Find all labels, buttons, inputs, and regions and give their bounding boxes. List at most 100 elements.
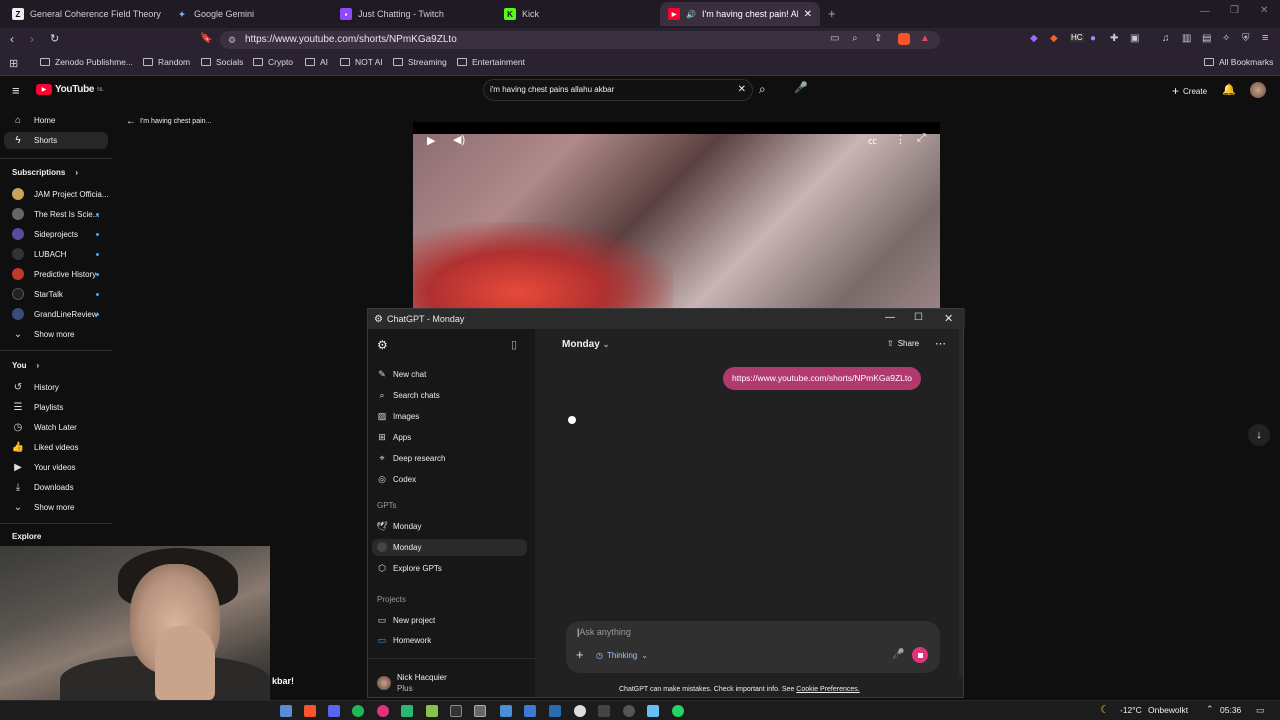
- menu-icon[interactable]: ≡: [1262, 32, 1268, 44]
- bookmark-folder[interactable]: Entertainment: [457, 57, 525, 67]
- vscode-icon[interactable]: [524, 705, 536, 717]
- sidebar-sub-item[interactable]: StarTalk: [12, 288, 63, 300]
- more-options-icon[interactable]: ⋮: [895, 133, 906, 146]
- extension-1-icon[interactable]: ◆: [1030, 33, 1038, 44]
- apps-grid-icon[interactable]: ⊞: [9, 57, 18, 70]
- sidebar-icon[interactable]: ▥: [1182, 33, 1191, 44]
- spotify-icon[interactable]: [352, 705, 364, 717]
- minimize-window-icon[interactable]: —: [1200, 6, 1210, 17]
- brave-shields-icon[interactable]: [898, 33, 910, 45]
- bookmark-folder[interactable]: Socials: [201, 57, 243, 67]
- tab-kick[interactable]: K Kick: [496, 2, 656, 26]
- close-window-icon[interactable]: ✕: [1260, 5, 1268, 16]
- search-chats-button[interactable]: ⌕ Search chats: [377, 390, 439, 400]
- sidebar-item-shorts[interactable]: ϟ Shorts: [12, 134, 57, 146]
- gpt-item-monday-active[interactable]: Monday: [377, 542, 421, 552]
- play-icon[interactable]: ▶: [427, 134, 435, 147]
- sidebar-item-liked[interactable]: 👍 Liked videos: [12, 441, 79, 453]
- sidebar-item-playlists[interactable]: ☰ Playlists: [12, 401, 64, 413]
- search-icon[interactable]: ⌕: [759, 82, 766, 97]
- microphone-icon[interactable]: 🎤: [794, 81, 808, 95]
- minimize-icon[interactable]: —: [885, 312, 895, 323]
- sidebar-item-history[interactable]: ↺ History: [12, 381, 59, 393]
- app-pink-icon[interactable]: [377, 705, 389, 717]
- extension-2-icon[interactable]: ◆: [1050, 33, 1058, 44]
- clear-search-icon[interactable]: ✕: [738, 80, 746, 100]
- sidebar-sub-item[interactable]: JAM Project Officia...: [12, 188, 109, 200]
- add-attachment-icon[interactable]: +: [576, 647, 584, 662]
- sidebar-sub-item[interactable]: Predictive History: [12, 268, 96, 280]
- reload-icon[interactable]: ↻: [50, 32, 59, 45]
- file-explorer-icon[interactable]: [280, 705, 292, 717]
- captions-icon[interactable]: ㏄: [868, 134, 877, 147]
- restore-window-icon[interactable]: ❐: [1230, 5, 1239, 16]
- tab-twitch[interactable]: ▪ Just Chatting - Twitch: [332, 2, 492, 26]
- sidebar-sub-item[interactable]: The Rest Is Scie...: [12, 208, 99, 220]
- active-app-icon[interactable]: [474, 705, 486, 717]
- brave-rewards-icon[interactable]: ▲: [920, 33, 930, 44]
- tab-youtube-active[interactable]: ▶ 🔊 I'm having chest pain! Allahu ✕: [660, 2, 820, 26]
- sidebar-sub-item[interactable]: GrandLineReview: [12, 308, 98, 320]
- weather-description[interactable]: Onbewolkt: [1148, 705, 1188, 715]
- chatgpt-taskbar-icon[interactable]: [574, 705, 586, 717]
- user-profile[interactable]: Nick Hacquier Plus: [377, 672, 447, 694]
- share-button[interactable]: ⇧ Share: [887, 339, 919, 348]
- tab-gemini[interactable]: ✦ Google Gemini: [168, 2, 328, 26]
- whatsapp-icon[interactable]: [672, 705, 684, 717]
- model-selector[interactable]: Monday ⌄: [562, 339, 609, 350]
- app-blue-icon[interactable]: [500, 705, 512, 717]
- back-icon[interactable]: ‹: [10, 32, 14, 46]
- bookmark-folder[interactable]: NOT AI: [340, 57, 383, 67]
- weather-temp[interactable]: -12°C: [1120, 705, 1142, 715]
- shorts-video-player[interactable]: ▶ ◀) ㏄ ⋮ ⤢: [413, 122, 940, 310]
- notification-center-icon[interactable]: ▭: [1256, 705, 1265, 716]
- vpn-icon[interactable]: ⛨: [1242, 33, 1250, 44]
- deep-research-button[interactable]: ⌖ Deep research: [377, 453, 445, 463]
- bookmark-folder[interactable]: Streaming: [393, 57, 447, 67]
- more-options-icon[interactable]: ⋯: [935, 337, 946, 350]
- show-more-you[interactable]: ⌄ Show more: [12, 501, 75, 513]
- new-tab-icon[interactable]: +: [828, 6, 836, 21]
- images-button[interactable]: ▨ Images: [377, 411, 420, 421]
- share-page-icon[interactable]: ⇪: [874, 33, 882, 44]
- site-info-icon[interactable]: ⚙: [228, 31, 236, 49]
- zoom-icon[interactable]: ⌕: [852, 33, 858, 44]
- wallet-icon[interactable]: ▤: [1202, 33, 1211, 44]
- system-tray-chevron-icon[interactable]: ⌃: [1206, 704, 1214, 715]
- apps-button[interactable]: ⊞ Apps: [377, 432, 411, 442]
- bookmark-folder[interactable]: Zenodo Publishme...: [40, 57, 133, 67]
- you-header[interactable]: You ›: [12, 361, 39, 370]
- notes-icon[interactable]: [426, 705, 438, 717]
- bookmark-folder[interactable]: AI: [305, 57, 328, 67]
- codex-button[interactable]: ◎ Codex: [377, 474, 416, 484]
- search-input[interactable]: i'm having chest pains allahu akbar ✕: [483, 79, 753, 101]
- clock-time[interactable]: 05:36: [1220, 705, 1241, 715]
- bookmark-icon[interactable]: 🔖: [200, 33, 212, 44]
- app-icon[interactable]: [598, 705, 610, 717]
- gpt-item-monday[interactable]: 🕊 Monday: [376, 521, 421, 531]
- explore-gpts-button[interactable]: ⬡ Explore GPTs: [377, 563, 442, 573]
- steam-icon[interactable]: [647, 705, 659, 717]
- avatar[interactable]: [1250, 82, 1266, 98]
- all-bookmarks[interactable]: All Bookmarks: [1204, 57, 1273, 67]
- app-blue-2-icon[interactable]: [549, 705, 561, 717]
- cast-icon[interactable]: ▭: [830, 33, 839, 44]
- shorts-back-link[interactable]: ← I'm having chest pain...: [126, 116, 211, 127]
- tab-gcft[interactable]: Z General Coherence Field Theory (GC: [4, 2, 164, 26]
- brave-browser-icon[interactable]: [304, 705, 316, 717]
- thinking-mode-selector[interactable]: ◷ Thinking ⌄: [596, 651, 648, 660]
- sidebar-item-home[interactable]: ⌂ Home: [12, 114, 55, 126]
- audio-playing-icon[interactable]: 🔊: [686, 10, 696, 19]
- sidebar-sub-item[interactable]: LUBACH: [12, 248, 66, 260]
- extension-4-icon[interactable]: ●: [1090, 33, 1096, 44]
- openai-logo-icon[interactable]: ⚙: [377, 338, 388, 352]
- youtube-logo[interactable]: ▶ YouTube NL: [36, 84, 104, 95]
- cookie-preferences-link[interactable]: Cookie Preferences.: [796, 686, 859, 693]
- toggle-sidebar-icon[interactable]: ▯: [511, 338, 517, 351]
- obs-icon[interactable]: [450, 705, 462, 717]
- subscriptions-header[interactable]: Subscriptions ›: [12, 168, 78, 177]
- close-icon[interactable]: ✕: [944, 312, 953, 325]
- stop-generating-button[interactable]: [912, 647, 928, 663]
- bookmark-folder[interactable]: Random: [143, 57, 190, 67]
- project-homework[interactable]: ▭ Homework: [377, 635, 432, 645]
